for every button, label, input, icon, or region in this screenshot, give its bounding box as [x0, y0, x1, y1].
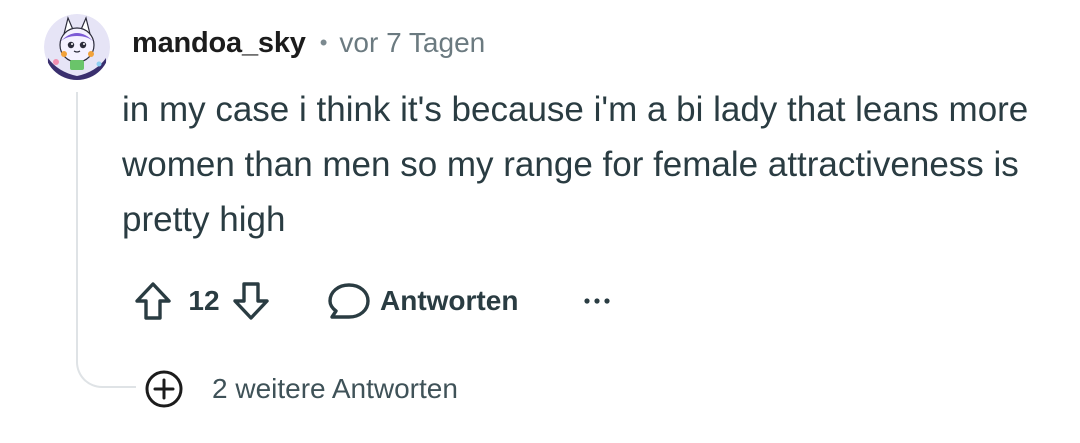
arrow-down-icon: [233, 282, 269, 320]
reply-button[interactable]: Antworten: [326, 280, 518, 322]
speech-bubble-icon: [328, 283, 370, 319]
more-options-button[interactable]: [574, 278, 620, 324]
thread-line: [76, 92, 78, 350]
ellipsis-icon: [584, 298, 611, 304]
comment-body: in my case i think it's because i'm a bi…: [122, 90, 1029, 239]
avatar[interactable]: [44, 14, 110, 80]
username[interactable]: mandoa_sky: [132, 27, 306, 60]
upvote-button[interactable]: [130, 278, 176, 324]
comment-actions: 12 Antworten: [130, 276, 620, 326]
reply-label: Antworten: [380, 285, 519, 316]
timestamp: vor 7 Tagen: [339, 27, 486, 58]
separator-dot: •: [319, 30, 328, 55]
thread-elbow: [76, 350, 136, 388]
more-replies-button[interactable]: 2 weitere Antworten: [144, 366, 458, 412]
downvote-button[interactable]: [228, 278, 274, 324]
plus-circle-icon: [145, 370, 183, 408]
comment-header: mandoa_sky • vor 7 Tagen: [132, 26, 485, 60]
arrow-up-icon: [135, 282, 171, 320]
more-replies-label: 2 weitere Antworten: [212, 373, 458, 404]
vote-count: 12: [188, 285, 220, 316]
user-avatar-icon: [44, 14, 110, 80]
